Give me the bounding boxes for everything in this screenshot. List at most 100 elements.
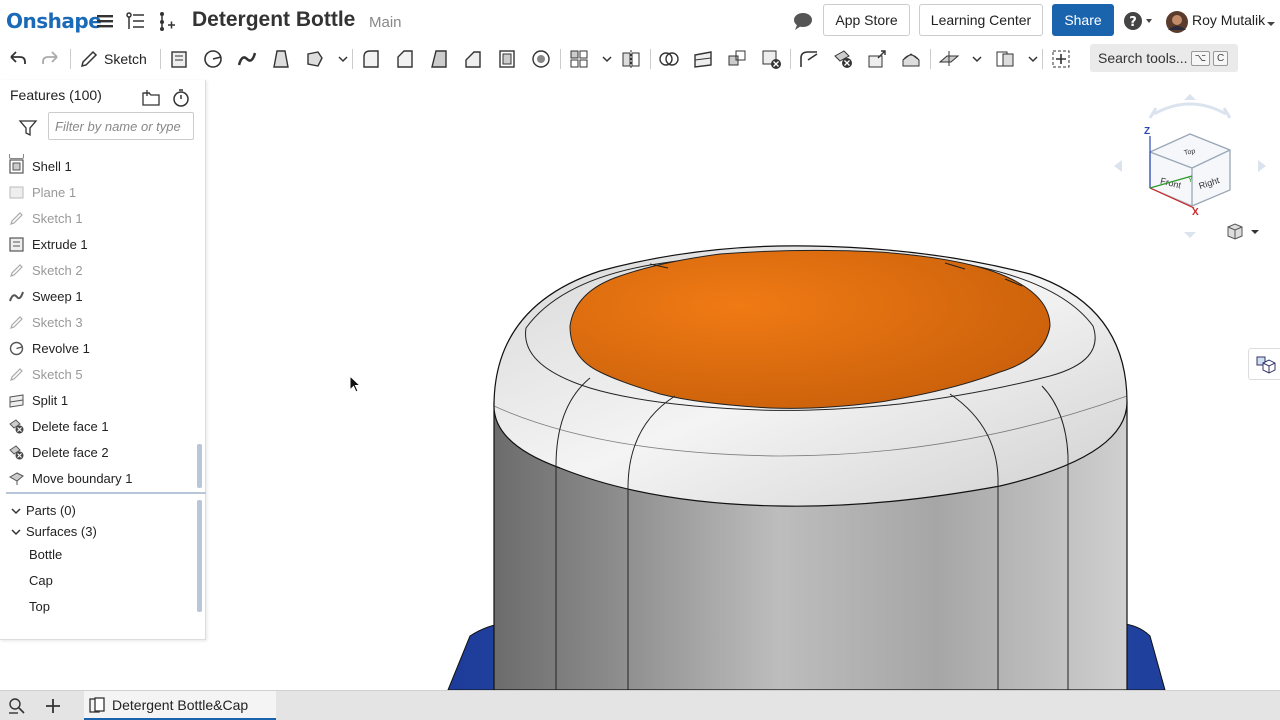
feature-item-sketch-5[interactable]: Sketch 5 — [0, 362, 196, 388]
rib-icon[interactable] — [462, 48, 484, 70]
sweep-icon[interactable] — [236, 48, 258, 70]
transform-icon[interactable] — [726, 48, 748, 70]
sketch-icon — [10, 264, 23, 277]
move-face-icon[interactable] — [866, 48, 888, 70]
surface-item-top[interactable]: Top — [29, 599, 50, 614]
surface-item-bottle[interactable]: Bottle — [29, 547, 62, 562]
versions-icon[interactable] — [124, 10, 146, 32]
onshape-logo[interactable]: Onshape — [6, 9, 102, 33]
sketch-icon — [10, 316, 23, 329]
document-branch[interactable]: Main — [369, 14, 402, 31]
mouse-cursor-icon — [349, 374, 363, 395]
feature-list-scrollbar[interactable] — [197, 444, 202, 488]
menu-icon[interactable] — [94, 10, 116, 32]
fillet-icon[interactable] — [360, 48, 382, 70]
toolbar-divider — [560, 49, 561, 69]
chamfer-icon[interactable] — [394, 48, 416, 70]
feature-item-sketch-1[interactable]: Sketch 1 — [0, 206, 196, 232]
search-tools-label: Search tools... — [1098, 50, 1188, 66]
parts-list-scrollbar[interactable] — [197, 500, 202, 612]
split-icon[interactable] — [692, 48, 714, 70]
sketch-button[interactable]: Sketch — [80, 47, 147, 71]
feature-item-delete-face-1[interactable]: Delete face 1 — [0, 414, 196, 440]
feature-filter-input[interactable] — [48, 112, 194, 140]
replace-face-icon[interactable] — [900, 48, 922, 70]
delete-face-icon[interactable] — [832, 48, 854, 70]
avatar[interactable] — [1165, 10, 1188, 33]
tab-manager-icon[interactable] — [7, 696, 27, 716]
search-tools-input[interactable]: Search tools... ⌥ C — [1090, 44, 1238, 72]
dropdown-chevron-icon[interactable] — [332, 48, 348, 70]
feature-item-sketch-2[interactable]: Sketch 2 — [0, 258, 196, 284]
feature-label: Sketch 1 — [32, 211, 83, 226]
rotate-left-arrow-icon[interactable] — [1114, 160, 1122, 172]
add-custom-feature-icon[interactable] — [1050, 48, 1072, 70]
tab-label: Detergent Bottle&Cap — [112, 696, 249, 713]
parts-group-header[interactable]: Parts (0) — [10, 503, 76, 518]
toolbar-divider — [1042, 49, 1043, 69]
feature-item-move-boundary-1[interactable]: Move boundary 1 — [0, 466, 196, 492]
feature-item-extrude-1[interactable]: Extrude 1 — [0, 232, 196, 258]
hole-icon[interactable] — [530, 48, 552, 70]
redo-icon[interactable] — [40, 48, 62, 70]
feature-label: Sweep 1 — [32, 289, 83, 304]
dropdown-chevron-icon[interactable] — [966, 48, 982, 70]
rotate-up-arrow-icon[interactable] — [1184, 94, 1196, 100]
feature-list-panel: Features (100) Shell 1 Plane 1 Sketch 1 — [0, 80, 206, 640]
undo-icon[interactable] — [6, 48, 28, 70]
feature-label: Sketch 2 — [32, 263, 83, 278]
rotate-down-arrow-icon[interactable] — [1184, 232, 1196, 238]
rollback-timer-icon[interactable] — [171, 88, 191, 108]
view-options-button[interactable] — [1224, 222, 1264, 242]
appearance-panel-button[interactable] — [1248, 348, 1280, 380]
add-tab-icon[interactable] — [43, 696, 63, 716]
dropdown-chevron-icon[interactable] — [1022, 48, 1038, 70]
sweep-icon — [9, 291, 24, 302]
delete-part-icon[interactable] — [760, 48, 782, 70]
toolbar-divider — [160, 49, 161, 69]
app-store-button[interactable]: App Store — [823, 4, 910, 36]
loft-icon[interactable] — [270, 48, 292, 70]
feature-item-delete-face-2[interactable]: Delete face 2 — [0, 440, 196, 466]
learning-center-button[interactable]: Learning Center — [919, 4, 1043, 36]
rotate-right-arrow-icon[interactable] — [1258, 160, 1266, 172]
user-name[interactable]: Roy Mutalik — [1192, 12, 1265, 28]
feature-label: Delete face 2 — [32, 445, 109, 460]
new-folder-icon[interactable] — [141, 88, 161, 108]
surface-item-cap[interactable]: Cap — [29, 573, 53, 588]
document-title[interactable]: Detergent Bottle — [192, 8, 355, 32]
feature-item-sketch-3[interactable]: Sketch 3 — [0, 310, 196, 336]
branch-icon[interactable] — [155, 10, 177, 32]
feature-item-revolve-1[interactable]: Revolve 1 — [0, 336, 196, 362]
mirror-icon[interactable] — [620, 48, 642, 70]
shell-icon[interactable] — [496, 48, 518, 70]
mate-connector-icon[interactable] — [994, 48, 1016, 70]
revolve-icon[interactable] — [202, 48, 224, 70]
surfaces-group-header[interactable]: Surfaces (3) — [10, 524, 97, 539]
help-icon[interactable]: ? — [1123, 10, 1152, 32]
feature-item-shell-1[interactable]: Shell 1 — [0, 154, 196, 180]
toolbar-divider — [790, 49, 791, 69]
feature-label: Extrude 1 — [32, 237, 88, 252]
tab-detergent-bottle-cap[interactable]: Detergent Bottle&Cap — [84, 691, 276, 720]
panel-splitter[interactable] — [6, 492, 206, 494]
user-menu-chevron-icon[interactable] — [1266, 16, 1276, 26]
plane-icon[interactable] — [938, 48, 960, 70]
pattern-icon[interactable] — [568, 48, 590, 70]
draft-icon[interactable] — [428, 48, 450, 70]
feature-item-sweep-1[interactable]: Sweep 1 — [0, 284, 196, 310]
part-studio-icon — [89, 696, 105, 713]
feature-label: Sketch 5 — [32, 367, 83, 382]
share-button[interactable]: Share — [1052, 4, 1114, 36]
feature-item-split-1[interactable]: Split 1 — [0, 388, 196, 414]
svg-text:?: ? — [1129, 15, 1137, 30]
extrude-icon[interactable] — [168, 48, 190, 70]
thicken-icon[interactable] — [304, 48, 326, 70]
modify-fillet-icon[interactable] — [798, 48, 820, 70]
filter-icon[interactable] — [18, 118, 38, 138]
feature-item-plane-1[interactable]: Plane 1 — [0, 180, 196, 206]
comment-icon[interactable] — [792, 10, 814, 32]
boolean-icon[interactable] — [658, 48, 680, 70]
dropdown-chevron-icon[interactable] — [596, 48, 612, 70]
chevron-down-icon — [11, 507, 21, 514]
